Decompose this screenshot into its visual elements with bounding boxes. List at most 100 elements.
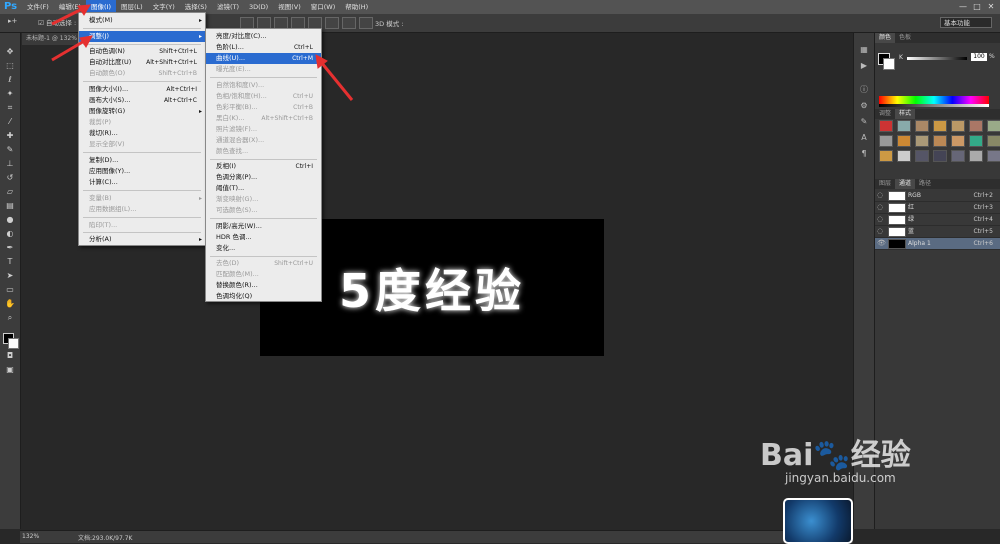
style-swatch[interactable] <box>969 150 983 162</box>
menu-3d[interactable]: 3D(D) <box>244 0 273 14</box>
close-icon[interactable]: ✕ <box>984 0 998 14</box>
minimize-icon[interactable]: — <box>956 0 970 14</box>
path-select-icon[interactable]: ➤ <box>4 271 16 281</box>
style-swatch[interactable] <box>897 120 911 132</box>
type-tool-icon[interactable]: T <box>4 257 16 267</box>
brush-preset-icon[interactable]: ✎ <box>859 117 869 127</box>
distribute-icon[interactable] <box>342 17 356 29</box>
menu-item-adjustments[interactable]: 调整(J) ▸ <box>79 31 205 42</box>
menu-filter[interactable]: 滤镜(T) <box>212 0 244 14</box>
style-swatch[interactable] <box>951 135 965 147</box>
style-swatch[interactable] <box>969 120 983 132</box>
menu-item-shadows-highlights[interactable]: 阴影/高光(W)... <box>206 221 321 232</box>
menu-view[interactable]: 视图(V) <box>273 0 306 14</box>
clone-stamp-icon[interactable]: ⊥ <box>4 159 16 169</box>
visibility-eye-icon[interactable]: ◌ <box>877 215 883 223</box>
lasso-tool-icon[interactable]: ℓ <box>4 75 16 85</box>
history-brush-icon[interactable]: ↺ <box>4 173 16 183</box>
move-tool-icon[interactable]: ✥ <box>4 47 16 57</box>
style-swatch[interactable] <box>915 135 929 147</box>
style-swatch[interactable] <box>879 150 893 162</box>
paragraph-icon[interactable]: ¶ <box>859 149 869 159</box>
style-swatch[interactable] <box>915 120 929 132</box>
style-swatch[interactable] <box>897 135 911 147</box>
history-icon[interactable]: ▦ <box>859 45 869 55</box>
k-slider[interactable] <box>907 57 967 60</box>
style-swatch[interactable] <box>951 120 965 132</box>
menu-item-duplicate[interactable]: 复制(D)... <box>79 155 205 166</box>
document-tab[interactable]: 未标题-1 @ 132% <box>22 33 86 45</box>
menu-item-trim[interactable]: 裁切(R)... <box>79 128 205 139</box>
zoom-level[interactable]: 132% <box>22 533 39 540</box>
tab-paths[interactable]: 路径 <box>915 179 935 189</box>
dodge-tool-icon[interactable]: ◐ <box>4 229 16 239</box>
menu-item-variations[interactable]: 变化... <box>206 243 321 254</box>
channel-row-green[interactable]: ◌ 绿 Ctrl+4 <box>875 214 1000 226</box>
style-swatch[interactable] <box>915 150 929 162</box>
blur-tool-icon[interactable]: ● <box>4 215 16 225</box>
style-swatch[interactable] <box>879 120 893 132</box>
visibility-eye-icon[interactable]: ◌ <box>877 227 883 235</box>
menu-item-canvas-size[interactable]: 画布大小(S)... Alt+Ctrl+C <box>79 95 205 106</box>
style-swatch[interactable] <box>951 150 965 162</box>
menu-item-levels[interactable]: 色阶(L)... Ctrl+L <box>206 42 321 53</box>
pen-tool-icon[interactable]: ✒ <box>4 243 16 253</box>
menu-item-posterize[interactable]: 色调分离(P)... <box>206 172 321 183</box>
maximize-icon[interactable]: □ <box>970 0 984 14</box>
distribute-h-icon[interactable] <box>359 17 373 29</box>
visibility-eye-icon[interactable]: ◌ <box>877 191 883 199</box>
menu-item-image-rotation[interactable]: 图像旋转(G) ▸ <box>79 106 205 117</box>
tab-channels[interactable]: 通道 <box>895 179 916 189</box>
menu-item-auto-contrast[interactable]: 自动对比度(U) Alt+Shift+Ctrl+L <box>79 57 205 68</box>
k-value-input[interactable]: 100 <box>971 53 987 61</box>
channel-row-red[interactable]: ◌ 红 Ctrl+3 <box>875 202 1000 214</box>
menu-file[interactable]: 文件(F) <box>22 0 54 14</box>
tab-styles[interactable]: 样式 <box>895 109 916 119</box>
style-swatch[interactable] <box>933 135 947 147</box>
align-right-icon[interactable] <box>325 17 339 29</box>
style-swatch[interactable] <box>933 150 947 162</box>
crop-tool-icon[interactable]: ⌗ <box>4 103 16 113</box>
menu-item-replace-color[interactable]: 替换颜色(R)... <box>206 280 321 291</box>
style-swatch[interactable] <box>987 120 1000 132</box>
screen-mode-icon[interactable]: ▣ <box>4 365 16 375</box>
menu-window[interactable]: 窗口(W) <box>306 0 341 14</box>
tab-swatches[interactable]: 色板 <box>895 33 915 43</box>
properties-icon[interactable]: ⚙ <box>859 101 869 111</box>
menu-item-hdr-toning[interactable]: HDR 色调... <box>206 232 321 243</box>
menu-item-calculations[interactable]: 计算(C)... <box>79 177 205 188</box>
move-tool-preset[interactable]: ▸+ <box>8 17 17 25</box>
menu-item-brightness-contrast[interactable]: 亮度/对比度(C)... <box>206 31 321 42</box>
menu-item-curves[interactable]: 曲线(U)... Ctrl+M <box>206 53 321 64</box>
menu-item-auto-tone[interactable]: 自动色调(N) Shift+Ctrl+L <box>79 46 205 57</box>
shape-tool-icon[interactable]: ▭ <box>4 285 16 295</box>
eraser-tool-icon[interactable]: ▱ <box>4 187 16 197</box>
visibility-eye-icon[interactable]: 👁 <box>877 239 886 247</box>
color-spectrum[interactable] <box>879 96 989 104</box>
eyedropper-icon[interactable]: ⁄ <box>4 117 16 127</box>
grayscale-ramp[interactable] <box>879 104 989 107</box>
quick-mask-icon[interactable]: ◘ <box>4 351 16 361</box>
channel-row-alpha[interactable]: 👁 Alpha 1 Ctrl+6 <box>875 238 1000 250</box>
color-bg-swatch[interactable] <box>883 58 895 70</box>
tab-color[interactable]: 颜色 <box>875 33 896 43</box>
background-color-swatch[interactable] <box>8 338 19 349</box>
tab-layers[interactable]: 图层 <box>875 179 895 189</box>
menu-item-threshold[interactable]: 阈值(T)... <box>206 183 321 194</box>
healing-brush-icon[interactable]: ✚ <box>4 131 16 141</box>
brush-tool-icon[interactable]: ✎ <box>4 145 16 155</box>
menu-item-equalize[interactable]: 色调均化(Q) <box>206 291 321 302</box>
play-icon[interactable]: ▶ <box>859 61 869 71</box>
hand-tool-icon[interactable]: ✋ <box>4 299 16 309</box>
menu-item-apply-image[interactable]: 应用图像(Y)... <box>79 166 205 177</box>
style-swatch[interactable] <box>933 120 947 132</box>
zoom-tool-icon[interactable]: ⌕ <box>4 313 16 323</box>
magic-wand-icon[interactable]: ✦ <box>4 89 16 99</box>
menu-help[interactable]: 帮助(H) <box>340 0 373 14</box>
channel-row-rgb[interactable]: ◌ RGB Ctrl+2 <box>875 190 1000 202</box>
visibility-eye-icon[interactable]: ◌ <box>877 203 883 211</box>
auto-select-checkbox[interactable]: ☑ 自动选择 : <box>38 17 76 27</box>
character-icon[interactable]: A <box>859 133 869 143</box>
style-swatch[interactable] <box>987 150 1000 162</box>
style-swatch[interactable] <box>897 150 911 162</box>
